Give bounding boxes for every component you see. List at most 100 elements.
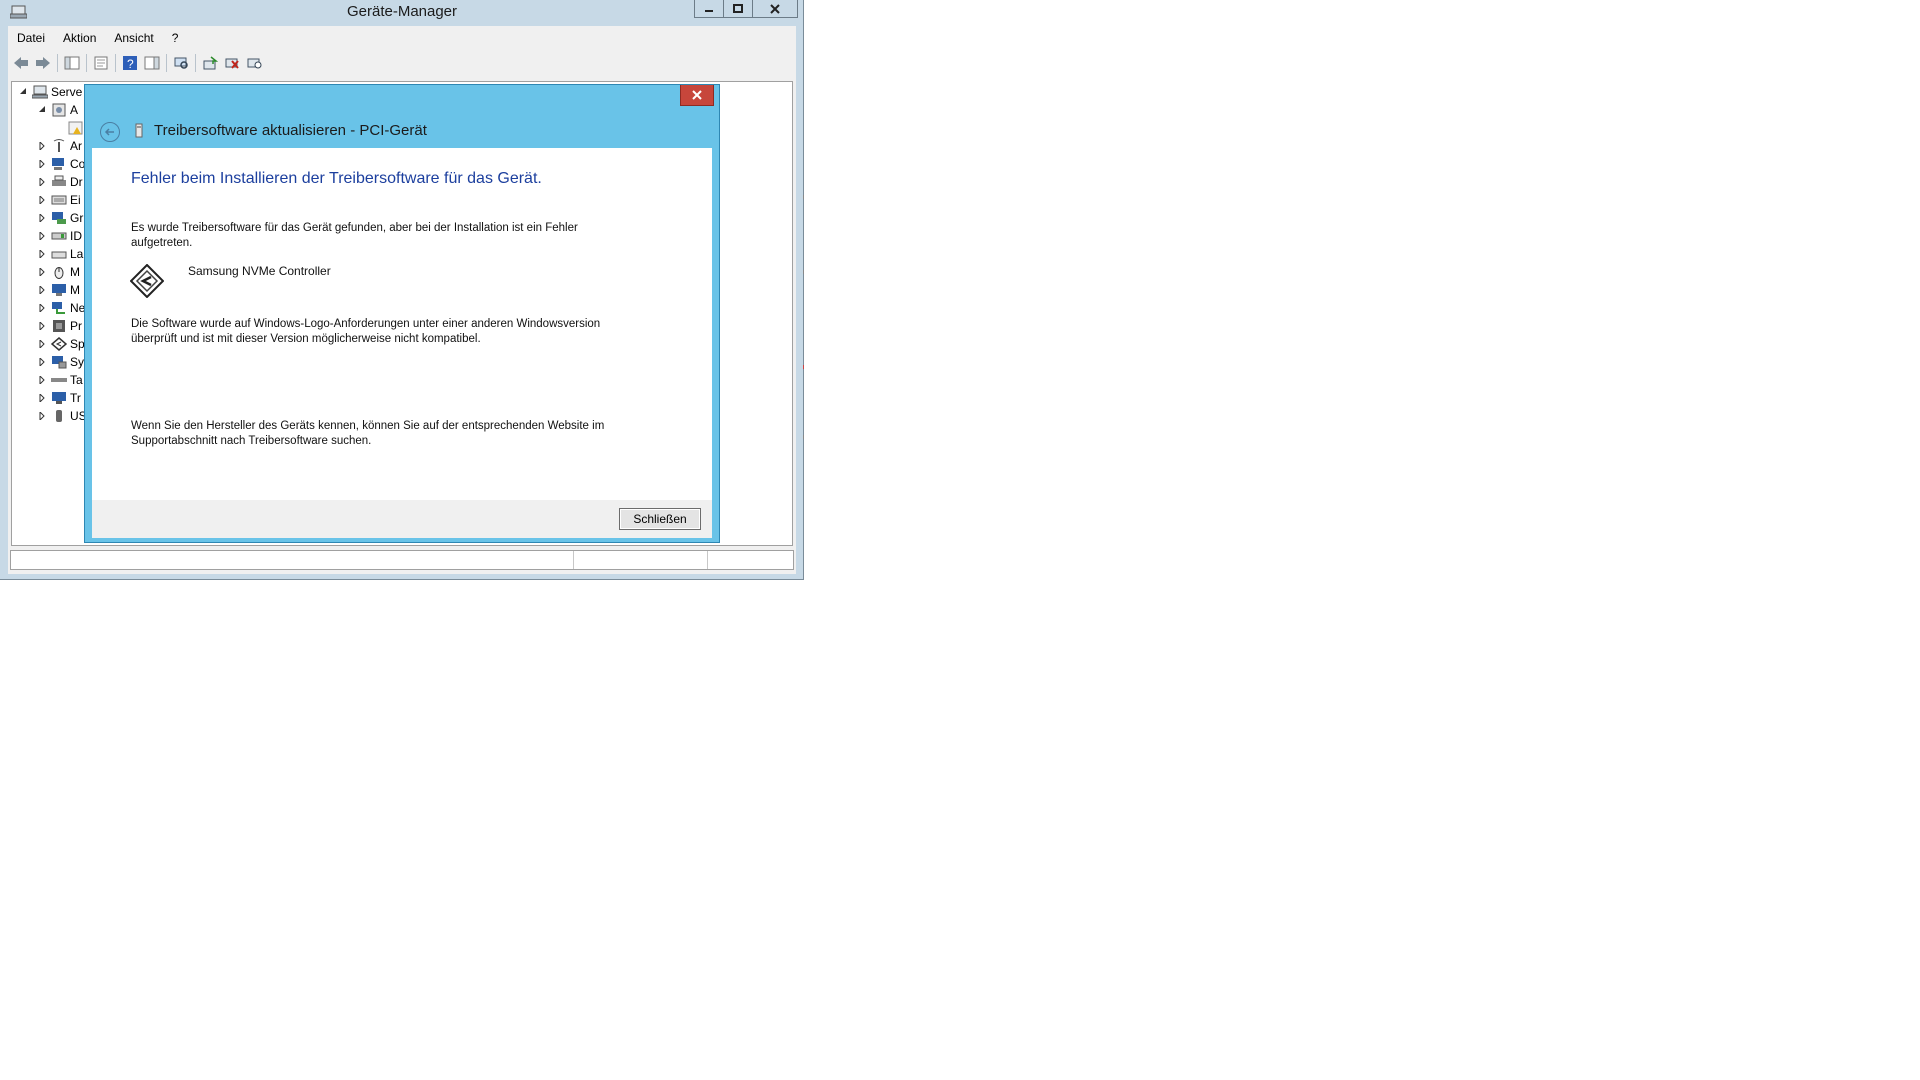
tree-category[interactable]: Gr	[37, 209, 83, 226]
scan-hardware-button[interactable]	[170, 52, 192, 74]
tree-label: Ei	[70, 192, 81, 207]
dialog-title: Treibersoftware aktualisieren - PCI-Gerä…	[154, 122, 427, 139]
input-device-icon	[51, 195, 67, 204]
update-driver-button[interactable]	[199, 52, 221, 74]
tree-category[interactable]: Sp	[37, 335, 85, 352]
tree-category[interactable]: ID	[37, 227, 82, 244]
minimize-icon	[705, 9, 713, 12]
dialog-close-button[interactable]	[680, 85, 714, 106]
tree-label: M	[70, 264, 80, 279]
menu-datei[interactable]: Datei	[8, 28, 54, 48]
expand-icon[interactable]	[37, 249, 47, 259]
processor-icon	[53, 319, 65, 332]
ide-controller-icon	[51, 232, 67, 239]
expand-icon[interactable]	[37, 357, 47, 367]
tree-node-root[interactable]: Serve	[18, 83, 82, 100]
device-category-icon	[52, 103, 66, 116]
svg-text:?: ?	[127, 57, 134, 71]
close-window-button[interactable]	[752, 0, 798, 18]
properties-button[interactable]	[90, 52, 112, 74]
status-segment	[574, 551, 708, 569]
menu-ansicht[interactable]: Ansicht	[105, 28, 162, 48]
warning-device-icon	[68, 121, 83, 134]
error-description: Es wurde Treibersoftware für das Gerät g…	[131, 221, 651, 251]
tree-category[interactable]: Sy	[37, 353, 84, 370]
toolbar: ?	[10, 51, 794, 75]
tree-node-child[interactable]: A	[37, 101, 78, 118]
close-button[interactable]: Schließen	[619, 508, 701, 530]
display-adapter-icon	[52, 211, 66, 224]
maximize-button[interactable]	[723, 0, 753, 18]
mouse-icon	[54, 266, 64, 279]
show-hide-console-tree-button[interactable]	[61, 52, 83, 74]
antenna-icon	[53, 138, 65, 152]
tree-category[interactable]: Co	[37, 155, 85, 172]
expand-icon[interactable]	[37, 213, 47, 223]
tree-label: Ar	[70, 138, 82, 153]
maximize-icon	[733, 3, 743, 13]
menu-aktion[interactable]: Aktion	[54, 28, 105, 48]
expand-icon[interactable]	[37, 411, 47, 421]
forward-button[interactable]	[32, 52, 54, 74]
tree-label: Dr	[70, 174, 83, 189]
minimize-button[interactable]	[694, 0, 724, 18]
expand-icon[interactable]	[37, 321, 47, 331]
scan-hardware-icon	[174, 57, 188, 69]
expand-icon[interactable]	[37, 177, 47, 187]
tree-category[interactable]: Ne	[37, 299, 85, 316]
expand-icon[interactable]	[37, 303, 47, 313]
tree-category[interactable]: Pr	[37, 317, 82, 334]
menu-help[interactable]: ?	[163, 28, 188, 48]
uninstall-button[interactable]	[221, 52, 243, 74]
expand-icon[interactable]	[37, 141, 47, 151]
tree-category[interactable]: Ta	[37, 371, 83, 388]
toolbar-separator	[57, 54, 58, 72]
drive-icon	[51, 251, 67, 258]
expand-icon[interactable]	[37, 339, 47, 349]
text-line: Wenn Sie den Hersteller des Geräts kenne…	[131, 420, 605, 432]
tree-category[interactable]: M	[37, 263, 80, 280]
tree-category[interactable]: M	[37, 281, 80, 298]
status-segment	[11, 551, 574, 569]
collapse-icon[interactable]	[18, 87, 28, 97]
arrow-right-icon	[36, 57, 50, 69]
expand-icon[interactable]	[37, 375, 47, 385]
text-line: Es wurde Treibersoftware für das Gerät g…	[131, 222, 578, 234]
expand-icon[interactable]	[37, 267, 47, 277]
tree-category[interactable]: Dr	[37, 173, 83, 190]
tree-label: Sp	[70, 336, 85, 351]
tree-label: Pr	[70, 318, 82, 333]
keyboard-icon	[51, 377, 67, 382]
tree-label: A	[70, 102, 79, 117]
text-line: aufgetreten.	[131, 237, 193, 249]
help-icon: ?	[123, 56, 137, 71]
tree-category[interactable]: US	[37, 407, 87, 424]
device-name: Samsung NVMe Controller	[188, 264, 331, 278]
error-heading: Fehler beim Installieren der Treibersoft…	[131, 170, 542, 187]
expand-icon[interactable]	[37, 393, 47, 403]
tree-category[interactable]: Ar	[37, 137, 82, 154]
tree-label: Tr	[70, 390, 81, 405]
back-button[interactable]	[100, 122, 120, 142]
disable-device-button[interactable]	[243, 52, 265, 74]
tree-category[interactable]: Ei	[37, 191, 81, 208]
tree-label: Ta	[70, 372, 83, 387]
text-line: überprüft und ist mit dieser Version mög…	[131, 333, 481, 345]
expand-icon[interactable]	[37, 231, 47, 241]
collapse-icon[interactable]	[37, 105, 47, 115]
toolbar-separator	[166, 54, 167, 72]
tree-category[interactable]: La	[37, 245, 83, 262]
title-bar[interactable]: Geräte-Manager	[0, 0, 804, 26]
tree-label: Sy	[70, 354, 85, 369]
expand-icon[interactable]	[37, 285, 47, 295]
pci-device-icon	[135, 123, 143, 138]
help-button[interactable]: ?	[119, 52, 141, 74]
action-pane-icon	[144, 56, 160, 70]
expand-icon[interactable]	[37, 195, 47, 205]
show-action-pane-button[interactable]	[141, 52, 163, 74]
dialog-header: Treibersoftware aktualisieren - PCI-Gerä…	[92, 111, 712, 151]
back-button[interactable]	[10, 52, 32, 74]
window-edge	[803, 195, 804, 439]
expand-icon[interactable]	[37, 159, 47, 169]
tree-category[interactable]: Tr	[37, 389, 81, 406]
